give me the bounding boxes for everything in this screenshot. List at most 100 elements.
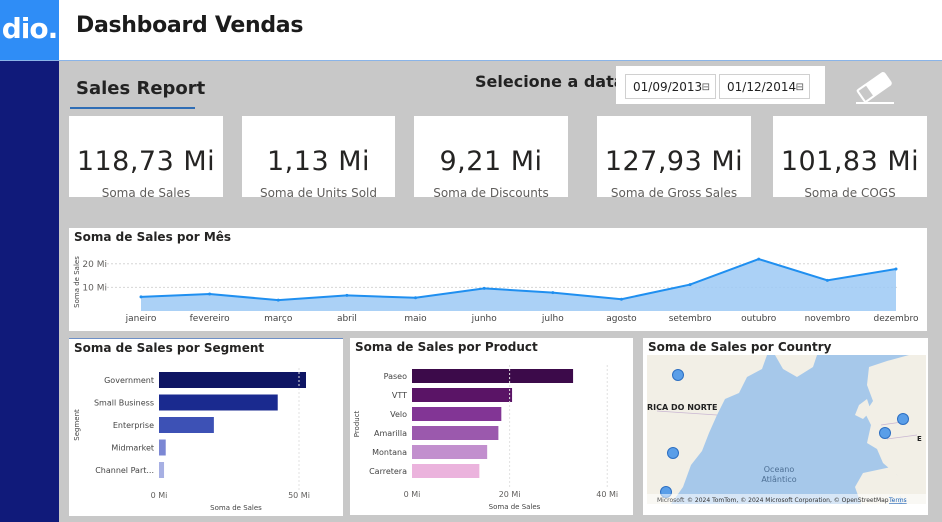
map-brand: Microsoft — [657, 497, 685, 504]
calendar-icon[interactable]: ⊟ — [796, 75, 804, 100]
x-tick-label: maio — [404, 314, 427, 324]
bar — [412, 388, 513, 402]
north-america-label: RICA DO NORTE — [647, 403, 717, 412]
kpi-value: 101,83 Mi — [780, 146, 920, 177]
x-tick-label: 20 Mi — [499, 490, 521, 499]
kpi-value: 1,13 Mi — [267, 146, 370, 177]
bar — [412, 464, 480, 478]
country-map[interactable]: RICA DO NORTE Oceano Atlântico E Microso… — [647, 355, 926, 504]
segment-sales-panel: Soma de Sales por Segment Government Smal… — [69, 338, 343, 516]
app-title: Dashboard Vendas — [76, 13, 304, 38]
y-axis-title: Segment — [73, 409, 81, 441]
x-tick-label: fevereiro — [190, 314, 231, 324]
data-point — [688, 283, 692, 287]
country-bubble-germany — [897, 413, 909, 425]
y-axis-title: Product — [353, 410, 361, 437]
bar — [412, 426, 499, 440]
x-tick-label: outubro — [741, 314, 777, 324]
bar — [412, 369, 574, 383]
sidebar — [0, 61, 59, 522]
calendar-icon[interactable]: ⊟ — [702, 75, 710, 100]
data-point — [276, 298, 280, 302]
start-date-input[interactable]: 01/09/2013 ⊟ — [625, 74, 716, 99]
country-bubble-usa — [667, 447, 679, 459]
bar — [159, 394, 278, 411]
x-tick-label: 0 Mi — [404, 490, 421, 499]
bar — [159, 417, 214, 433]
monthly-sales-chart: 10 Mi 20 MiSoma de Sales janeiro fevereiro m… — [73, 256, 919, 324]
bar — [159, 439, 166, 456]
map-attribution: © 2024 TomTom, © 2024 Microsoft Corporat… — [687, 497, 889, 504]
data-point — [139, 295, 143, 299]
x-tick-label: março — [264, 314, 293, 324]
x-tick-label: novembro — [805, 314, 851, 324]
report-title: Sales Report — [76, 78, 206, 99]
product-sales-panel: Soma de Sales por Product Paseo VTT Velo Am… — [350, 338, 633, 515]
bar — [159, 372, 306, 388]
kpi-value: 9,21 Mi — [439, 146, 543, 177]
category-label: Amarilla — [374, 429, 407, 438]
x-tick-label: junho — [471, 314, 498, 324]
report-title-underline — [70, 107, 195, 109]
kpi-card-cogs: 101,83 Mi Soma de COGS — [773, 116, 927, 200]
north-america-land — [647, 355, 767, 504]
end-date-input[interactable]: 01/12/2014 ⊟ — [719, 74, 810, 99]
data-point — [208, 292, 212, 296]
data-point — [757, 257, 761, 261]
category-label: Enterprise — [113, 421, 154, 430]
kpi-card-units-sold: 1,13 Mi Soma de Units Sold — [242, 116, 395, 200]
category-label: Small Business — [94, 399, 154, 408]
x-tick-label: dezembro — [874, 314, 919, 324]
y-tick-label: 20 Mi — [82, 260, 107, 270]
monthly-sales-panel: Soma de Sales por Mês 10 Mi 20 Mi Soma de … — [69, 228, 927, 331]
category-label: Channel Part... — [95, 466, 154, 475]
kpi-card-discounts: 9,21 Mi Soma de Discounts — [414, 116, 568, 200]
kpi-label: Soma de COGS — [804, 186, 896, 200]
date-filter-label: Selecione a data — [475, 72, 625, 91]
data-point — [551, 291, 555, 295]
europe-label: E — [917, 435, 922, 443]
data-point — [619, 297, 623, 301]
data-point — [825, 278, 829, 282]
category-label: Midmarket — [111, 444, 154, 453]
kpi-card-gross-sales: 127,93 Mi Soma de Gross Sales — [597, 116, 751, 200]
panel-title: Soma de Sales por Country — [648, 340, 832, 354]
eraser-icon[interactable] — [853, 70, 897, 106]
kpi-value: 118,73 Mi — [76, 146, 216, 177]
segment-sales-chart: Government Small Business Enterprise Midmar… — [73, 368, 310, 512]
category-label: Carretera — [369, 467, 407, 476]
x-axis-title: Soma de Sales — [210, 504, 262, 512]
x-tick-label: 0 Mi — [151, 491, 168, 500]
country-sales-panel: Soma de Sales por Country RICA DO NORTE … — [643, 338, 928, 515]
greenland-land — [775, 355, 817, 377]
y-axis-title: Soma de Sales — [73, 256, 81, 308]
data-point — [894, 267, 898, 271]
data-point — [482, 286, 486, 290]
x-tick-label: setembro — [669, 314, 712, 324]
map-terms-link: Terms — [888, 497, 907, 504]
x-axis-title: Soma de Sales — [489, 503, 541, 511]
date-range-slicer: 01/09/2013 ⊟ 01/12/2014 ⊟ — [616, 66, 825, 104]
ocean-label: Oceano — [764, 465, 795, 474]
ocean-label: Atlântico — [761, 475, 796, 484]
kpi-label: Soma de Gross Sales — [610, 186, 738, 200]
category-label: Montana — [372, 448, 407, 457]
category-label: Paseo — [384, 372, 407, 381]
x-tick-label: agosto — [606, 314, 637, 324]
end-date-value: 01/12/2014 — [727, 80, 797, 94]
x-tick-label: julho — [541, 314, 564, 324]
kpi-label: Soma de Discounts — [433, 186, 549, 200]
data-point — [414, 296, 418, 300]
y-tick-label: 10 Mi — [82, 283, 107, 293]
dio-logo: dio. — [0, 0, 59, 60]
kpi-card-sales: 118,73 Mi Soma de Sales — [69, 116, 223, 200]
kpi-label: Soma de Units Sold — [259, 186, 378, 200]
start-date-value: 01/09/2013 — [633, 80, 703, 94]
x-tick-label: 50 Mi — [288, 491, 310, 500]
x-tick-label: 40 Mi — [596, 490, 618, 499]
x-tick-label: janeiro — [125, 314, 157, 324]
category-label: VTT — [392, 391, 407, 400]
bar — [412, 407, 502, 421]
kpi-label: Soma de Sales — [101, 186, 191, 200]
bar — [159, 462, 165, 478]
